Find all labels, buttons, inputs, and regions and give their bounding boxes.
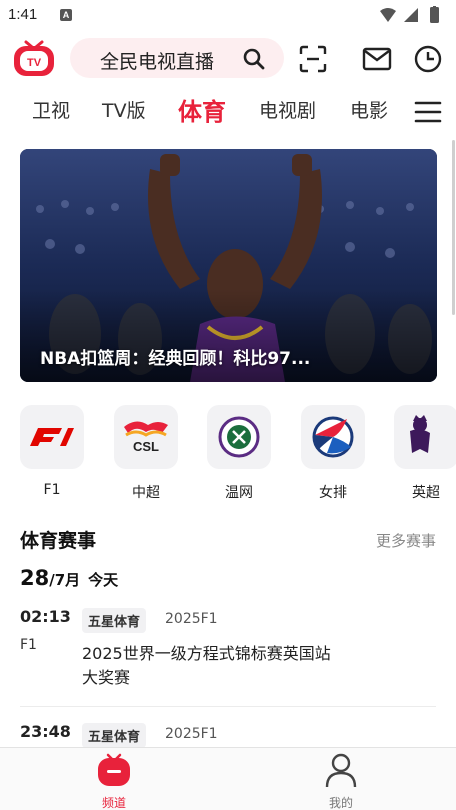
scrollbar[interactable] [452, 140, 455, 315]
sports-category-list: F1 CSL 中超 温网 女排 英超 [0, 405, 456, 505]
wimbledon-logo-icon [207, 405, 271, 469]
tab-satellite[interactable]: 卫视 [32, 96, 70, 123]
category-csl[interactable]: CSL 中超 [114, 405, 178, 502]
category-label: F1 [43, 482, 61, 498]
event-tag: 2025F1 [165, 726, 218, 742]
nav-channels[interactable]: 频道 [74, 752, 154, 810]
volleyball-logo-icon [301, 405, 365, 469]
history-clock-icon[interactable] [413, 44, 443, 74]
category-wimbledon[interactable]: 温网 [207, 405, 271, 502]
event-time: 02:13 [20, 607, 71, 626]
date-month: /7月 [49, 571, 81, 589]
tab-movies[interactable]: 电影 [350, 96, 388, 123]
category-f1[interactable]: F1 [20, 405, 84, 498]
event-date: 28/7月 今天 [20, 566, 118, 590]
banner-caption: NBA扣篮周：经典回顾！科比97... [40, 349, 311, 369]
nav-label: 频道 [101, 796, 126, 810]
featured-banner[interactable]: NBA扣篮周：经典回顾！科比97... [20, 149, 437, 382]
mail-icon[interactable] [362, 44, 392, 74]
status-time: 1:41 [8, 6, 38, 23]
menu-icon[interactable] [414, 100, 442, 124]
tab-tv-series[interactable]: 电视剧 [259, 96, 316, 123]
event-tag: 2025F1 [165, 611, 218, 627]
system-status-icons [380, 6, 439, 23]
event-channel-badge: 五星体育 [82, 723, 147, 748]
tab-sports[interactable]: 体育 [178, 92, 226, 127]
category-label: 英超 [412, 485, 440, 501]
category-label: 中超 [132, 485, 160, 501]
nav-profile[interactable]: 我的 [301, 752, 381, 810]
svg-text:TV: TV [27, 57, 42, 69]
events-section-title: 体育赛事 [20, 530, 97, 552]
search-icon[interactable] [242, 47, 266, 71]
category-label: 女排 [319, 485, 347, 501]
event-channel-badge: 五星体育 [82, 608, 147, 633]
category-volleyball[interactable]: 女排 [301, 405, 365, 502]
notification-icon: A [60, 9, 72, 21]
event-sport: F1 [20, 637, 37, 653]
top-bar: TV 全民电视直播 [0, 34, 456, 84]
more-events-link[interactable]: 更多赛事 [376, 530, 436, 551]
bottom-navigation: 频道 我的 [0, 747, 456, 810]
date-day: 28 [20, 566, 50, 590]
search-bar[interactable]: 全民电视直播 [70, 38, 284, 78]
category-tabs: 卫视 TV版 体育 电视剧 电影 [0, 90, 456, 130]
svg-text:CSL: CSL [133, 439, 159, 454]
csl-logo-icon: CSL [114, 405, 178, 469]
profile-icon [325, 753, 357, 788]
category-label: 温网 [225, 485, 253, 501]
channel-icon [98, 753, 130, 786]
category-premier-league[interactable]: 英超 [394, 405, 456, 502]
event-time: 23:48 [20, 722, 71, 741]
nav-label: 我的 [328, 796, 353, 810]
search-placeholder: 全民电视直播 [100, 51, 215, 73]
scan-icon[interactable] [298, 44, 328, 74]
app-logo-icon[interactable]: TV [12, 38, 56, 78]
divider [20, 706, 436, 707]
f1-logo-icon [20, 405, 84, 469]
tab-tv-version[interactable]: TV版 [102, 96, 146, 123]
event-title: 2025世界一级方程式锦标赛英国站大奖赛 [82, 644, 331, 687]
status-bar: 1:41 A [0, 0, 456, 30]
premier-league-logo-icon [394, 405, 456, 469]
date-today-label: 今天 [88, 571, 119, 589]
